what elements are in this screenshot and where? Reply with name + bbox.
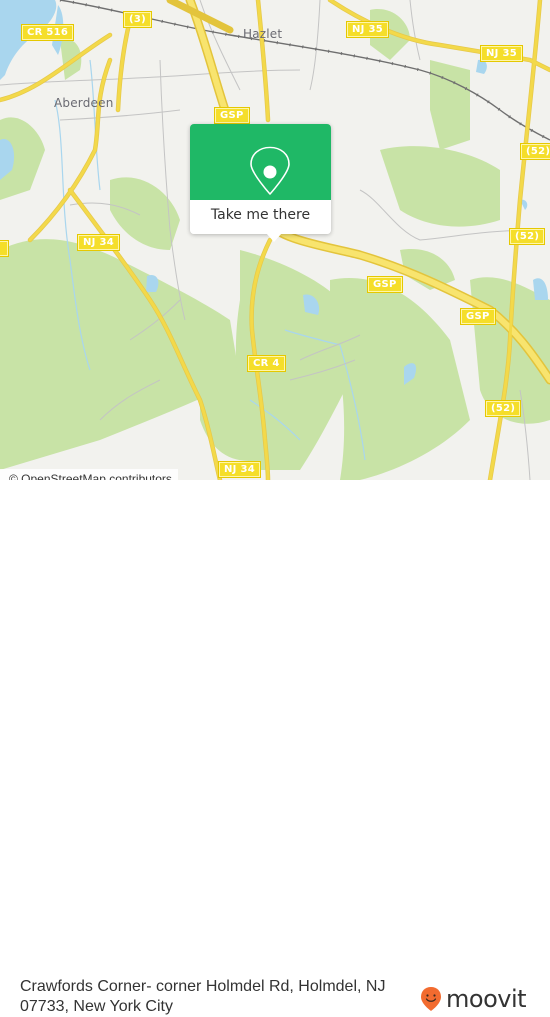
location-popup: Take me there xyxy=(190,124,331,242)
town-label-hazlet: Hazlet xyxy=(243,27,283,41)
town-label-aberdeen: Aberdeen xyxy=(54,96,114,110)
road-shield-gsp: GSP xyxy=(215,108,249,123)
take-me-there-button[interactable]: Take me there xyxy=(190,200,331,234)
moovit-logo[interactable]: moovit xyxy=(420,984,527,1014)
footer: Crawfords Corner- corner Holmdel Rd, Hol… xyxy=(0,480,550,1015)
address-text: Crawfords Corner- corner Holmdel Rd, Hol… xyxy=(20,978,386,1015)
moovit-smiley-pin-icon xyxy=(421,987,441,1011)
map-canvas[interactable]: Hazlet Aberdeen CR 516 (3) NJ 35 NJ 35 G… xyxy=(0,0,550,480)
road-shield-gsp: GSP xyxy=(461,309,495,324)
lake xyxy=(0,0,57,80)
park-area xyxy=(380,146,500,227)
map-attribution: © OpenStreetMap contributors xyxy=(0,469,178,480)
park-area xyxy=(110,177,180,250)
location-pin-icon xyxy=(250,146,290,195)
road-shield-cr516: CR 516 xyxy=(22,25,74,40)
popup-header xyxy=(190,124,331,200)
road-shield-nj34: NJ 34 xyxy=(219,462,260,477)
road-shield-edge xyxy=(0,241,8,256)
road-shield-nj34: NJ 34 xyxy=(78,235,119,250)
road-shield-nj35: NJ 35 xyxy=(481,46,522,61)
park-area xyxy=(430,60,470,150)
lake xyxy=(476,59,487,74)
road-shield-route52: (52) xyxy=(486,401,521,416)
road-shield-route52: (52) xyxy=(521,144,550,159)
road-shield-route3: (3) xyxy=(124,12,151,27)
road-shield-cr4: CR 4 xyxy=(248,356,285,371)
road-shield-gsp: GSP xyxy=(368,277,402,292)
road-shield-nj35: NJ 35 xyxy=(347,22,388,37)
road-shield-route52: (52) xyxy=(510,229,545,244)
lake xyxy=(146,274,159,292)
park-area xyxy=(330,278,470,480)
lake xyxy=(533,278,548,300)
park-area xyxy=(0,239,240,470)
popup-pointer xyxy=(266,233,282,242)
moovit-wordmark: moovit xyxy=(446,985,527,1013)
